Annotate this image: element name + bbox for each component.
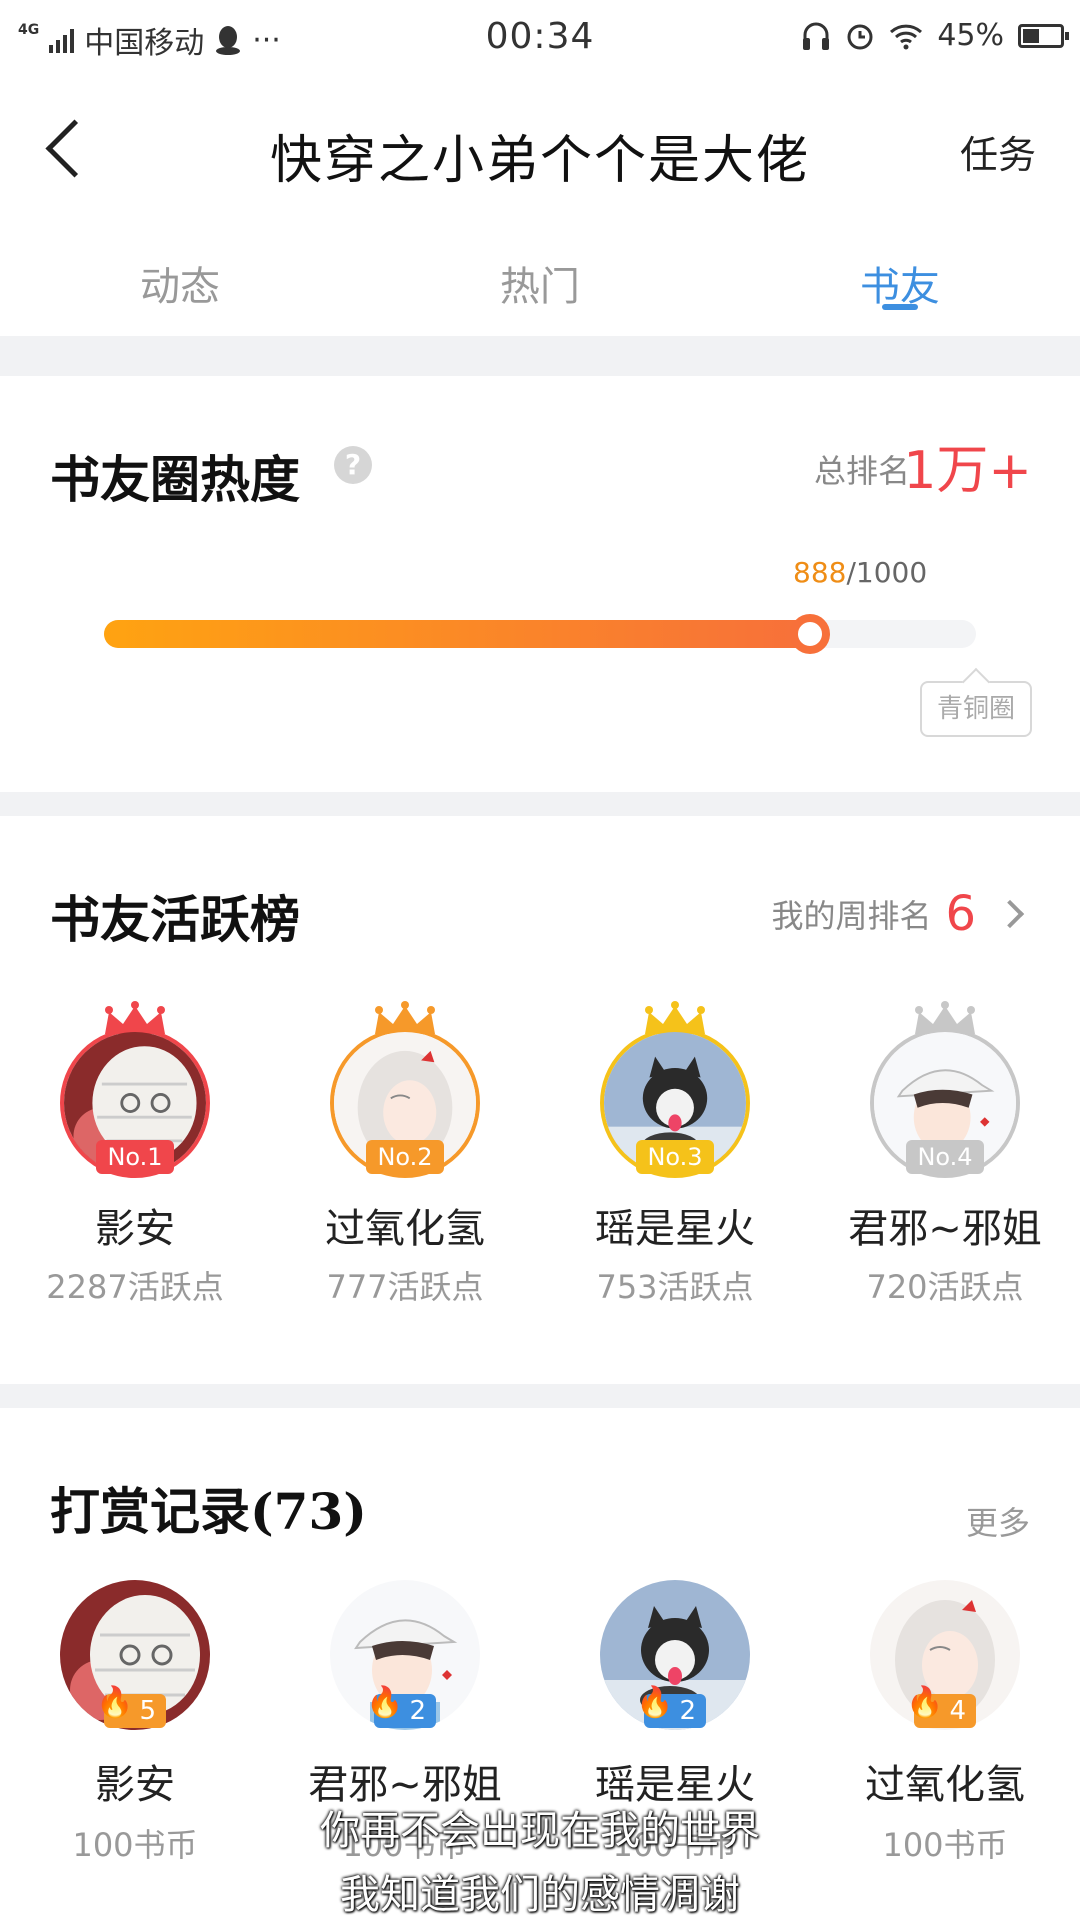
- my-week-rank[interactable]: 我的周排名 6: [771, 886, 1025, 942]
- week-rank-label: 我的周排名: [771, 897, 932, 935]
- divider: [0, 1384, 1080, 1408]
- tip-count-badge: 🔥 2: [366, 1686, 436, 1728]
- active-ranking-section: 书友活跃榜 我的周排名 6 No.1 影安 2287活跃点 No.2 过氧化氢 777活跃…: [0, 816, 1080, 1384]
- tab-bar: 动态 热门 书友: [0, 224, 1080, 336]
- chevron-right-icon: [995, 899, 1025, 929]
- tip-count: 2: [409, 1696, 426, 1726]
- rank-item[interactable]: No.4 君邪~邪姐 720活跃点: [810, 1000, 1080, 1360]
- subtitle-line-2: 我知道我们的感情凋谢: [340, 1872, 740, 1918]
- alarm-icon: [847, 24, 873, 49]
- battery-percent: 45%: [937, 18, 1004, 53]
- headphones-icon: [803, 22, 830, 50]
- progress-count: 888/1000: [793, 556, 927, 589]
- status-bar: 4G 中国移动 ··· 00:34 45%: [0, 0, 1080, 78]
- divider: [0, 336, 1080, 376]
- tip-count-badge: 🔥 5: [96, 1686, 166, 1728]
- tip-count-badge: 🔥 4: [906, 1686, 976, 1728]
- week-rank-value: 6: [945, 886, 976, 942]
- battery-icon: [1018, 23, 1069, 48]
- rank-item[interactable]: No.1 影安 2287活跃点: [0, 1000, 270, 1360]
- flame-icon: 🔥: [636, 1685, 674, 1720]
- user-name: 过氧化氢: [325, 1206, 485, 1252]
- header: 快穿之小弟个个是大佬 任务: [0, 78, 1080, 224]
- page-title: 快穿之小弟个个是大佬: [269, 131, 810, 191]
- flame-icon: 🔥: [96, 1685, 134, 1720]
- user-name: 瑶是星火: [595, 1206, 755, 1252]
- tab-hot[interactable]: 热门: [360, 224, 720, 336]
- heat-title: 书友圈热度: [50, 450, 300, 509]
- active-ranking-list: No.1 影安 2287活跃点 No.2 过氧化氢 777活跃点 No.3 瑶是星火 753活跃…: [0, 1000, 1080, 1360]
- rank-badge: No.3: [636, 1140, 714, 1174]
- total-rank-label: 总排名: [813, 452, 910, 490]
- back-button[interactable]: [40, 118, 100, 188]
- active-points: 777活跃点: [326, 1268, 484, 1306]
- heat-progress-knob: [790, 614, 830, 654]
- active-points: 720活跃点: [866, 1268, 1024, 1306]
- flame-icon: 🔥: [366, 1685, 404, 1720]
- reward-title: 打赏记录(73): [50, 1482, 367, 1541]
- rank-item[interactable]: No.3 瑶是星火 753活跃点: [540, 1000, 810, 1360]
- total-rank-value: 1万+: [903, 441, 1032, 501]
- more-button[interactable]: 更多: [966, 1498, 1030, 1544]
- tip-count: 4: [949, 1696, 966, 1726]
- rank-item[interactable]: No.2 过氧化氢 777活跃点: [270, 1000, 540, 1360]
- user-name: 影安: [95, 1206, 175, 1252]
- active-points: 2287活跃点: [46, 1268, 224, 1306]
- flame-icon: 🔥: [906, 1685, 944, 1720]
- tab-book-friends[interactable]: 书友: [720, 224, 1080, 336]
- heat-section: 书友圈热度 ? 总排名 1万+ 888/1000 青铜圈: [0, 376, 1080, 792]
- heat-progress-bar: [104, 614, 976, 654]
- wifi-icon: [890, 24, 923, 49]
- heat-progress-fill: [104, 620, 810, 648]
- rank-badge: No.1: [96, 1140, 174, 1174]
- help-icon[interactable]: ?: [334, 446, 372, 484]
- task-button[interactable]: 任务: [960, 124, 1036, 179]
- status-bar-right: 45%: [801, 18, 1069, 53]
- level-tag: 青铜圈: [920, 681, 1032, 737]
- tip-count-badge: 🔥 2: [636, 1686, 706, 1728]
- user-name: 君邪~邪姐: [848, 1206, 1042, 1252]
- tab-dynamic[interactable]: 动态: [0, 224, 360, 336]
- tip-count: 2: [679, 1696, 696, 1726]
- progress-current: 888: [793, 556, 847, 589]
- tip-count: 5: [139, 1696, 156, 1726]
- divider: [0, 792, 1080, 816]
- subtitle-line-1: 你再不会出现在我的世界: [320, 1808, 760, 1854]
- progress-total: /1000: [846, 556, 928, 589]
- rank-badge: No.4: [906, 1140, 984, 1174]
- active-title: 书友活跃榜: [50, 890, 300, 949]
- rank-badge: No.2: [366, 1140, 444, 1174]
- active-points: 753活跃点: [596, 1268, 754, 1306]
